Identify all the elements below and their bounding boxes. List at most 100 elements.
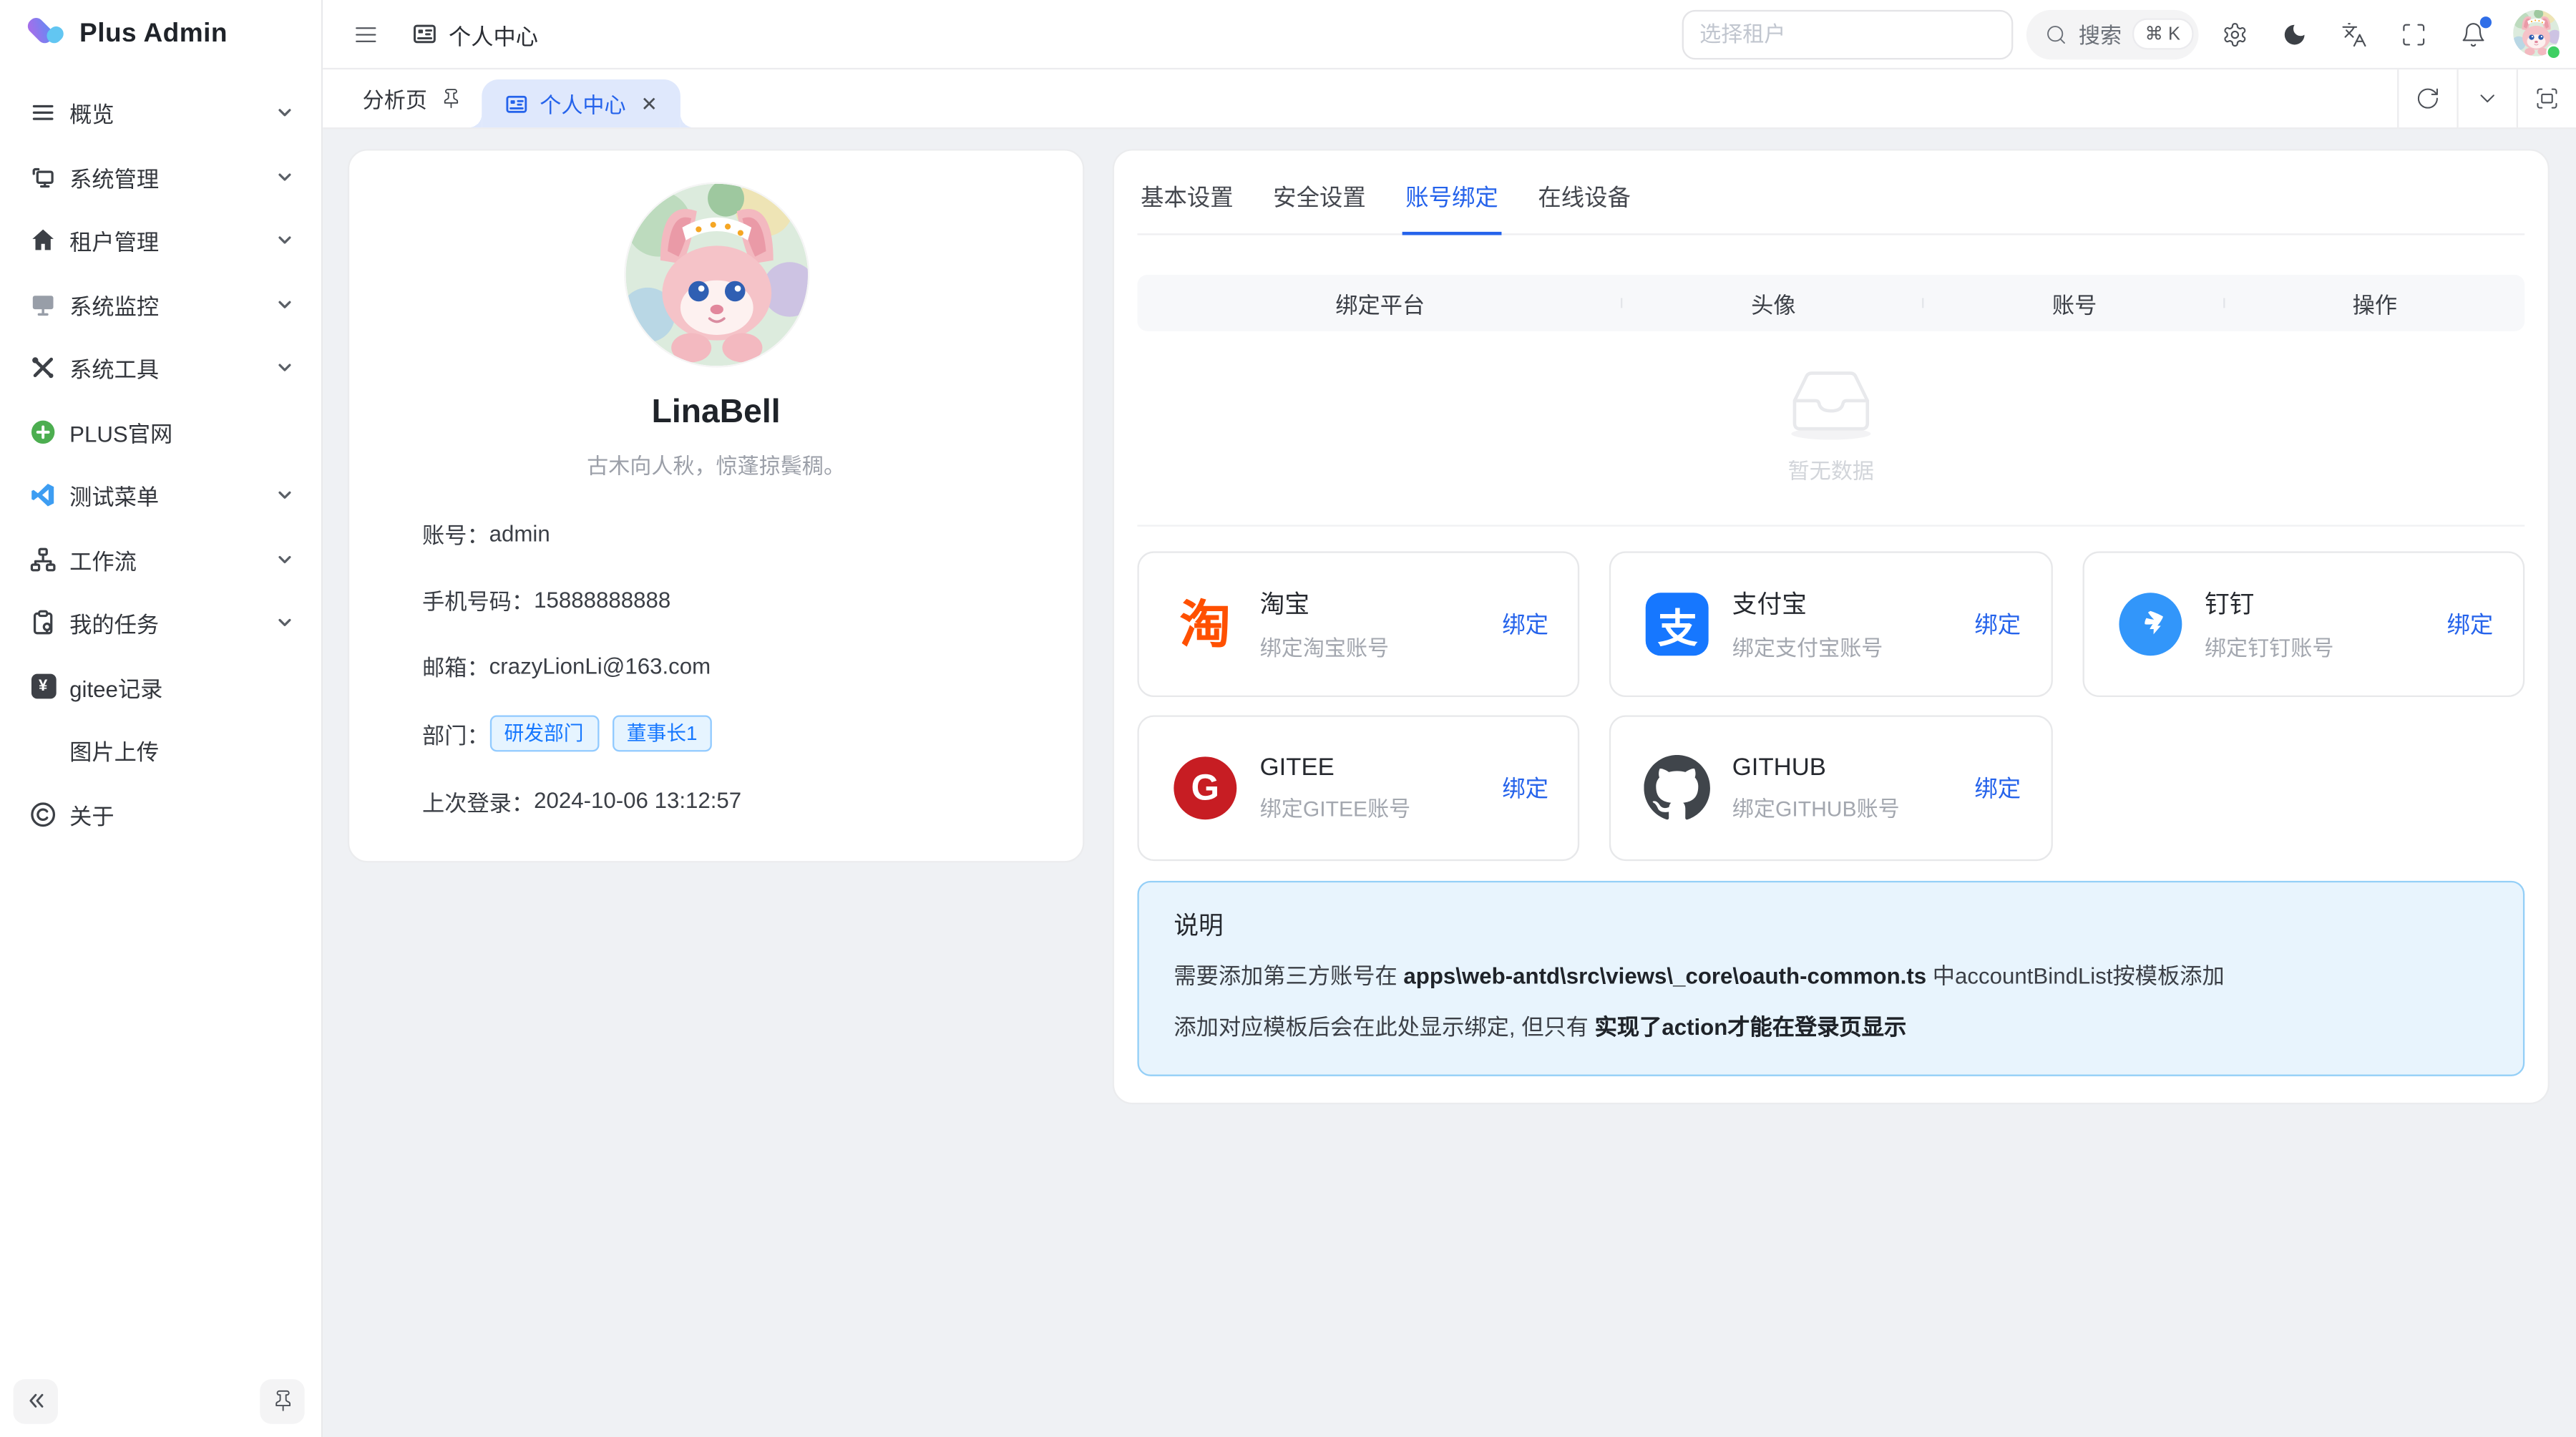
- sidebar-footer: [0, 1364, 321, 1437]
- tab-security-settings[interactable]: 安全设置: [1270, 160, 1370, 235]
- collapse-sidebar-button[interactable]: [14, 1378, 58, 1423]
- note-line-1: 需要添加第三方账号在 apps\web-antd\src\views\_core…: [1174, 960, 2488, 993]
- field-last-login: 上次登录： 2024-10-06 13:12:57: [422, 784, 1010, 817]
- profile-fields: 账号： admin 手机号码： 15888888888 邮箱： crazyLio…: [422, 517, 1010, 818]
- blank-icon-spacer: [30, 737, 57, 764]
- chevron-down-icon: [2475, 86, 2500, 111]
- sidebar-item-image-upload[interactable]: 图片上传: [14, 720, 308, 779]
- bind-dingtalk-link[interactable]: 绑定: [2447, 608, 2494, 640]
- translate-icon: [2341, 21, 2367, 47]
- tabbar-tools: [2397, 69, 2576, 127]
- field-department: 部门： 研发部门 董事长1: [422, 715, 1010, 751]
- refresh-page-button[interactable]: [2397, 69, 2457, 127]
- global-search-button[interactable]: 搜索 ⌘ K: [2026, 9, 2199, 59]
- fullscreen-button[interactable]: [2391, 11, 2437, 57]
- bind-gitee-link[interactable]: 绑定: [1502, 771, 1548, 804]
- binding-card-alipay: 支 支付宝 绑定支付宝账号 绑定: [1610, 551, 2052, 697]
- sidebar-item-workflow[interactable]: 工作流: [14, 529, 308, 588]
- department-tag: 董事长1: [612, 715, 712, 751]
- bind-taobao-link[interactable]: 绑定: [1502, 608, 1548, 640]
- tab-analysis-page[interactable]: 分析页: [323, 69, 482, 127]
- field-email: 邮箱： crazyLionLi@163.com: [422, 649, 1010, 682]
- binding-name: GITHUB: [1732, 754, 1975, 781]
- github-icon: [1644, 755, 1711, 822]
- hamburger-menu-button[interactable]: [343, 11, 389, 57]
- panel-tabs: 基本设置 安全设置 账号绑定 在线设备: [1137, 160, 2524, 235]
- plus-circle-icon: [30, 418, 57, 444]
- settings-button[interactable]: [2212, 11, 2258, 57]
- app-title: Plus Admin: [79, 20, 228, 50]
- tab-basic-settings[interactable]: 基本设置: [1137, 160, 1236, 235]
- field-account: 账号： admin: [422, 517, 1010, 550]
- notifications-button[interactable]: [2450, 11, 2497, 57]
- binding-desc: 绑定GITEE账号: [1260, 791, 1503, 823]
- vscode-icon: [30, 482, 57, 508]
- sidebar-item-my-tasks[interactable]: 我的任务: [14, 593, 308, 652]
- id-card-icon: [505, 92, 528, 115]
- sidebar-item-gitee-log[interactable]: ¥ gitee记录: [14, 656, 308, 716]
- frame-fullscreen-icon: [2534, 86, 2560, 111]
- content-fullscreen-button[interactable]: [2517, 69, 2576, 127]
- sidebar-item-system-monitor[interactable]: 系统监控: [14, 274, 308, 333]
- copyright-icon: [30, 801, 57, 827]
- profile-avatar[interactable]: [625, 184, 806, 366]
- profile-name: LinaBell: [422, 394, 1010, 432]
- department-tag: 研发部门: [489, 715, 599, 751]
- tab-options-button[interactable]: [2457, 69, 2516, 127]
- close-tab-icon[interactable]: ✕: [640, 94, 657, 114]
- sidebar-item-system-mgmt[interactable]: 系统管理: [14, 147, 308, 206]
- tab-account-binding[interactable]: 账号绑定: [1402, 160, 1502, 235]
- pin-icon[interactable]: [440, 88, 462, 109]
- notification-dot: [2480, 16, 2492, 27]
- tools-icon: [30, 354, 57, 381]
- menu-icon: [30, 99, 57, 126]
- chevron-down-icon: [275, 230, 295, 250]
- tab-profile-center[interactable]: 个人中心 ✕: [482, 79, 680, 127]
- sidebar-item-test-menu[interactable]: 测试菜单: [14, 465, 308, 525]
- dark-mode-toggle[interactable]: [2271, 11, 2318, 57]
- sidebar-item-plus-site[interactable]: PLUS官网: [14, 401, 308, 461]
- bind-github-link[interactable]: 绑定: [1974, 771, 2021, 804]
- empty-state-text: 暂无数据: [1788, 454, 1874, 485]
- language-button[interactable]: [2331, 11, 2378, 57]
- info-note: 说明 需要添加第三方账号在 apps\web-antd\src\views\_c…: [1137, 881, 2524, 1076]
- column-header-actions: 操作: [2225, 286, 2524, 319]
- clipboard-icon: [30, 609, 57, 635]
- tab-label: 个人中心: [540, 88, 625, 120]
- main-area: 个人中心 搜索 ⌘ K: [323, 0, 2576, 1437]
- maximize-icon: [2401, 21, 2427, 47]
- app-logo[interactable]: Plus Admin: [0, 0, 321, 69]
- chevron-down-icon: [275, 167, 295, 187]
- tab-online-devices[interactable]: 在线设备: [1535, 160, 1634, 235]
- column-header-account: 账号: [1924, 286, 2225, 319]
- chevron-down-icon: [275, 294, 295, 314]
- sidebar-nav: 概览 系统管理 租户管理 系统监控 系统工具: [0, 69, 321, 1364]
- binding-card-github: GITHUB 绑定GITHUB账号 绑定: [1610, 715, 2052, 861]
- sidebar-item-system-tools[interactable]: 系统工具: [14, 338, 308, 397]
- sidebar-item-overview[interactable]: 概览: [14, 83, 308, 142]
- note-title: 说明: [1174, 907, 2488, 942]
- pin-sidebar-button[interactable]: [260, 1378, 304, 1423]
- moon-icon: [2281, 21, 2308, 47]
- field-phone: 手机号码： 15888888888: [422, 583, 1010, 615]
- binding-table-header: 绑定平台 头像 账号 操作: [1137, 275, 2524, 331]
- search-label: 搜索: [2079, 18, 2122, 49]
- user-avatar-button[interactable]: [2509, 9, 2559, 59]
- tenant-select-input[interactable]: [1682, 9, 2013, 59]
- search-icon: [2044, 22, 2067, 45]
- bind-alipay-link[interactable]: 绑定: [1974, 608, 2021, 640]
- alipay-icon: 支: [1644, 591, 1711, 658]
- sidebar: Plus Admin 概览 系统管理 租户管理 系统监控: [0, 0, 323, 1437]
- tab-bar: 分析页 个人中心 ✕: [323, 69, 2576, 129]
- breadcrumb[interactable]: 个人中心: [412, 17, 538, 50]
- binding-desc: 绑定GITHUB账号: [1732, 791, 1975, 823]
- department-tags: 研发部门 董事长1: [489, 715, 713, 751]
- sidebar-item-about[interactable]: 关于: [14, 784, 308, 843]
- sidebar-item-tenant-mgmt[interactable]: 租户管理: [14, 210, 308, 270]
- binding-name: 支付宝: [1732, 586, 1975, 621]
- home-icon: [30, 227, 57, 253]
- binding-name: GITEE: [1260, 754, 1503, 781]
- binding-desc: 绑定淘宝账号: [1260, 630, 1503, 662]
- chevron-down-icon: [275, 102, 295, 122]
- binding-name: 淘宝: [1260, 586, 1503, 621]
